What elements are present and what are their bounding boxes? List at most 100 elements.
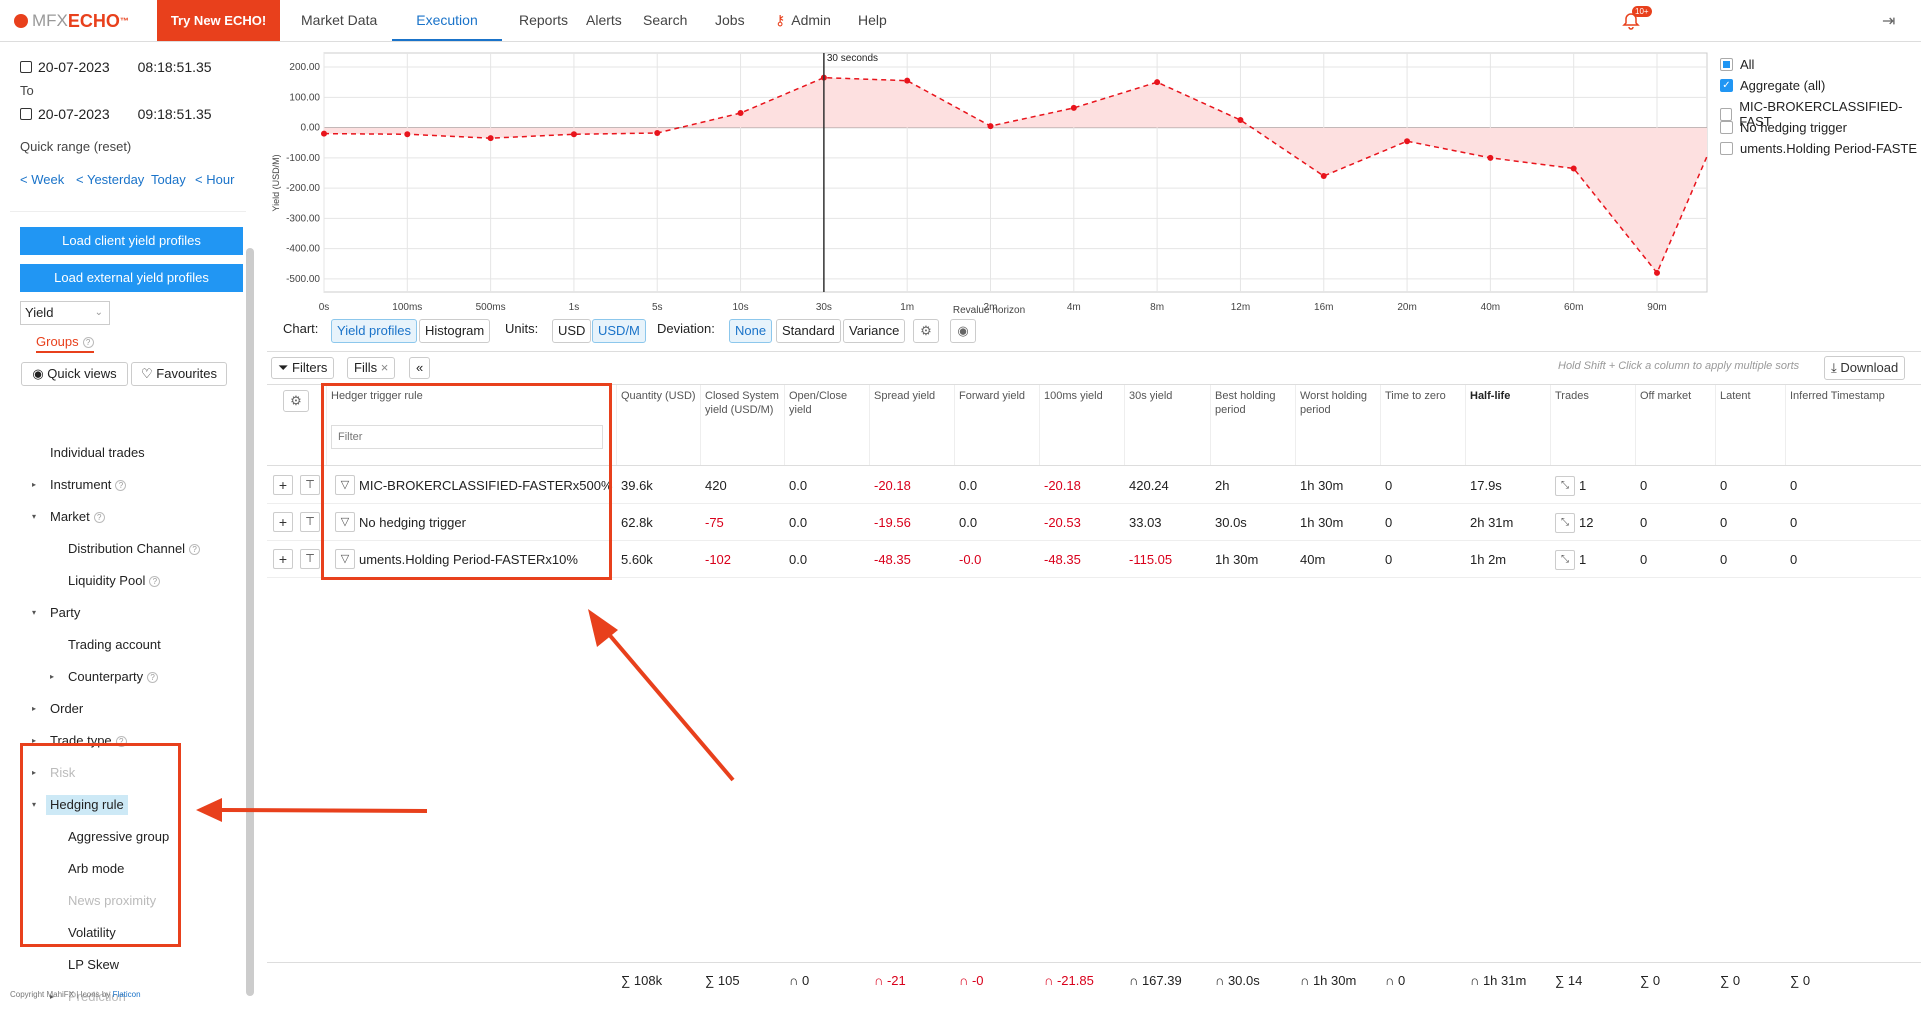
nav-alerts[interactable]: Alerts	[586, 0, 622, 41]
caret-down-icon[interactable]: ▾	[32, 608, 36, 617]
checkbox[interactable]	[1720, 142, 1733, 155]
pin-top-icon[interactable]: ⊤	[300, 512, 320, 532]
column-header-y30[interactable]: 30s yield	[1129, 389, 1209, 403]
chart-yield-profiles-button[interactable]: Yield profiles	[331, 319, 417, 343]
checkbox[interactable]: ✓	[1720, 79, 1733, 92]
sidebar-scrollbar[interactable]	[246, 248, 254, 996]
tree-item-trading-account[interactable]: Trading account	[68, 635, 161, 655]
column-header-rule[interactable]: Hedger trigger rule	[331, 389, 611, 403]
tree-item-order[interactable]: Order	[50, 699, 83, 719]
to-datetime[interactable]: 20-07-2023 09:18:51.35	[20, 106, 212, 122]
yield-chart-svg[interactable]: 200.00 100.00 0.00 -100.00 -200.00 -300.00 -40…	[267, 43, 1717, 318]
column-separator[interactable]	[1210, 385, 1211, 465]
quick-range-reset[interactable]: Quick range (reset)	[20, 139, 131, 154]
column-separator[interactable]	[326, 385, 327, 465]
pin-top-icon[interactable]: ⊤	[300, 475, 320, 495]
column-separator[interactable]	[1785, 385, 1786, 465]
fills-chip[interactable]: Fills ×	[347, 357, 396, 379]
column-separator[interactable]	[1039, 385, 1040, 465]
column-header-openclose[interactable]: Open/Close yield	[789, 389, 869, 417]
checkbox[interactable]	[1720, 121, 1733, 134]
collapse-panel-icon[interactable]: «	[409, 357, 431, 379]
checkbox[interactable]	[1720, 58, 1733, 71]
expand-plus-icon[interactable]: +	[273, 512, 293, 532]
nav-execution[interactable]: Execution	[392, 0, 502, 41]
favourites-button[interactable]: ♡ Favourites	[131, 362, 227, 386]
column-header-closed[interactable]: Closed System yield (USD/M)	[705, 389, 785, 417]
tree-item-party[interactable]: Party	[50, 603, 80, 623]
column-header-worst[interactable]: Worst holding period	[1300, 389, 1380, 417]
tree-item-liquidity-pool[interactable]: Liquidity Pool?	[68, 571, 161, 591]
filter-funnel-icon[interactable]: ▽	[335, 549, 355, 569]
download-button[interactable]: ⤓ Download	[1824, 356, 1906, 380]
nav-search[interactable]: Search	[643, 0, 687, 41]
caret-right-icon[interactable]: ▸	[32, 736, 36, 745]
metric-select[interactable]: Yield ⌄	[20, 301, 110, 325]
tree-item-lp-skew[interactable]: LP Skew	[68, 955, 119, 975]
legend-item[interactable]: uments.Holding Period-FASTE	[1720, 141, 1917, 156]
table-row[interactable]: + ⊤ ▽ MIC-BROKERCLASSIFIED-FASTERx500% 39.6k…	[267, 467, 1921, 504]
units-usdm-button[interactable]: USD/M	[592, 319, 646, 343]
range-hour[interactable]: < Hour	[195, 172, 234, 187]
nav-jobs[interactable]: Jobs	[715, 0, 745, 41]
tree-item-aggressive-group[interactable]: Aggressive group	[68, 827, 169, 847]
tree-item-distribution-channel[interactable]: Distribution Channel?	[68, 539, 201, 559]
legend-item[interactable]: No hedging trigger	[1720, 120, 1847, 135]
nav-help[interactable]: Help	[858, 0, 887, 41]
deviation-variance-button[interactable]: Variance	[843, 319, 906, 343]
caret-right-icon[interactable]: ▸	[32, 704, 36, 713]
units-usd-button[interactable]: USD	[552, 319, 592, 343]
column-header-y100[interactable]: 100ms yield	[1044, 389, 1124, 403]
tree-item-news-proximity[interactable]: News proximity	[68, 891, 156, 911]
load-client-yield-profiles-button[interactable]: Load client yield profiles	[20, 227, 243, 255]
column-separator[interactable]	[1295, 385, 1296, 465]
range-week[interactable]: < Week	[20, 172, 64, 187]
quick-views-button[interactable]: ◉ Quick views	[21, 362, 128, 386]
filter-funnel-icon[interactable]: ▽	[335, 475, 355, 495]
expand-plus-icon[interactable]: +	[273, 549, 293, 569]
column-separator[interactable]	[1465, 385, 1466, 465]
column-header-latent[interactable]: Latent	[1720, 389, 1785, 403]
caret-down-icon[interactable]: ▾	[32, 512, 36, 521]
column-separator[interactable]	[1635, 385, 1636, 465]
expand-plus-icon[interactable]: +	[273, 475, 293, 495]
caret-right-icon[interactable]: ▸	[32, 480, 36, 489]
nav-admin[interactable]: ⚷ Admin	[775, 0, 831, 41]
column-separator[interactable]	[1380, 385, 1381, 465]
chart-settings-gear-icon[interactable]: ⚙	[913, 319, 939, 343]
nav-market-data[interactable]: Market Data	[301, 0, 377, 41]
column-separator[interactable]	[869, 385, 870, 465]
column-header-best[interactable]: Best holding period	[1215, 389, 1295, 417]
close-icon[interactable]: ×	[381, 360, 389, 375]
caret-right-icon[interactable]: ▸	[32, 768, 36, 777]
range-yesterday[interactable]: < Yesterday	[76, 172, 144, 187]
column-separator[interactable]	[1550, 385, 1551, 465]
tree-item-market[interactable]: Market?	[50, 507, 105, 527]
legend-item[interactable]: All	[1720, 57, 1754, 72]
tree-item-instrument[interactable]: Instrument?	[50, 475, 127, 495]
expand-trades-icon[interactable]: ⤡	[1555, 513, 1575, 533]
table-row[interactable]: + ⊤ ▽ No hedging trigger 62.8k -75 0.0 -19.56 0.…	[267, 504, 1921, 541]
flaticon-link[interactable]: Flaticon	[113, 990, 141, 999]
notification-bell-icon[interactable]: 10+	[1622, 6, 1652, 30]
column-header-spread[interactable]: Spread yield	[874, 389, 954, 403]
range-today[interactable]: Today	[151, 172, 186, 187]
column-separator[interactable]	[616, 385, 617, 465]
logout-icon[interactable]: ⇥	[1882, 11, 1895, 31]
column-separator[interactable]	[954, 385, 955, 465]
try-new-echo-button[interactable]: Try New ECHO!	[157, 0, 280, 41]
filter-funnel-icon[interactable]: ▽	[335, 512, 355, 532]
column-header-inferred[interactable]: Inferred Timestamp	[1790, 389, 1890, 403]
column-header-offmkt[interactable]: Off market	[1640, 389, 1715, 403]
column-header-forward[interactable]: Forward yield	[959, 389, 1039, 403]
expand-trades-icon[interactable]: ⤡	[1555, 550, 1575, 570]
column-header-ttz[interactable]: Time to zero	[1385, 389, 1465, 403]
chart-visibility-eye-icon[interactable]: ◉	[950, 319, 976, 343]
tree-item-volatility[interactable]: Volatility	[68, 923, 116, 943]
expand-trades-icon[interactable]: ⤡	[1555, 476, 1575, 496]
pin-top-icon[interactable]: ⊤	[300, 549, 320, 569]
column-separator[interactable]	[1124, 385, 1125, 465]
caret-right-icon[interactable]: ▸	[50, 672, 54, 681]
deviation-standard-button[interactable]: Standard	[776, 319, 841, 343]
legend-item[interactable]: ✓ Aggregate (all)	[1720, 78, 1825, 93]
